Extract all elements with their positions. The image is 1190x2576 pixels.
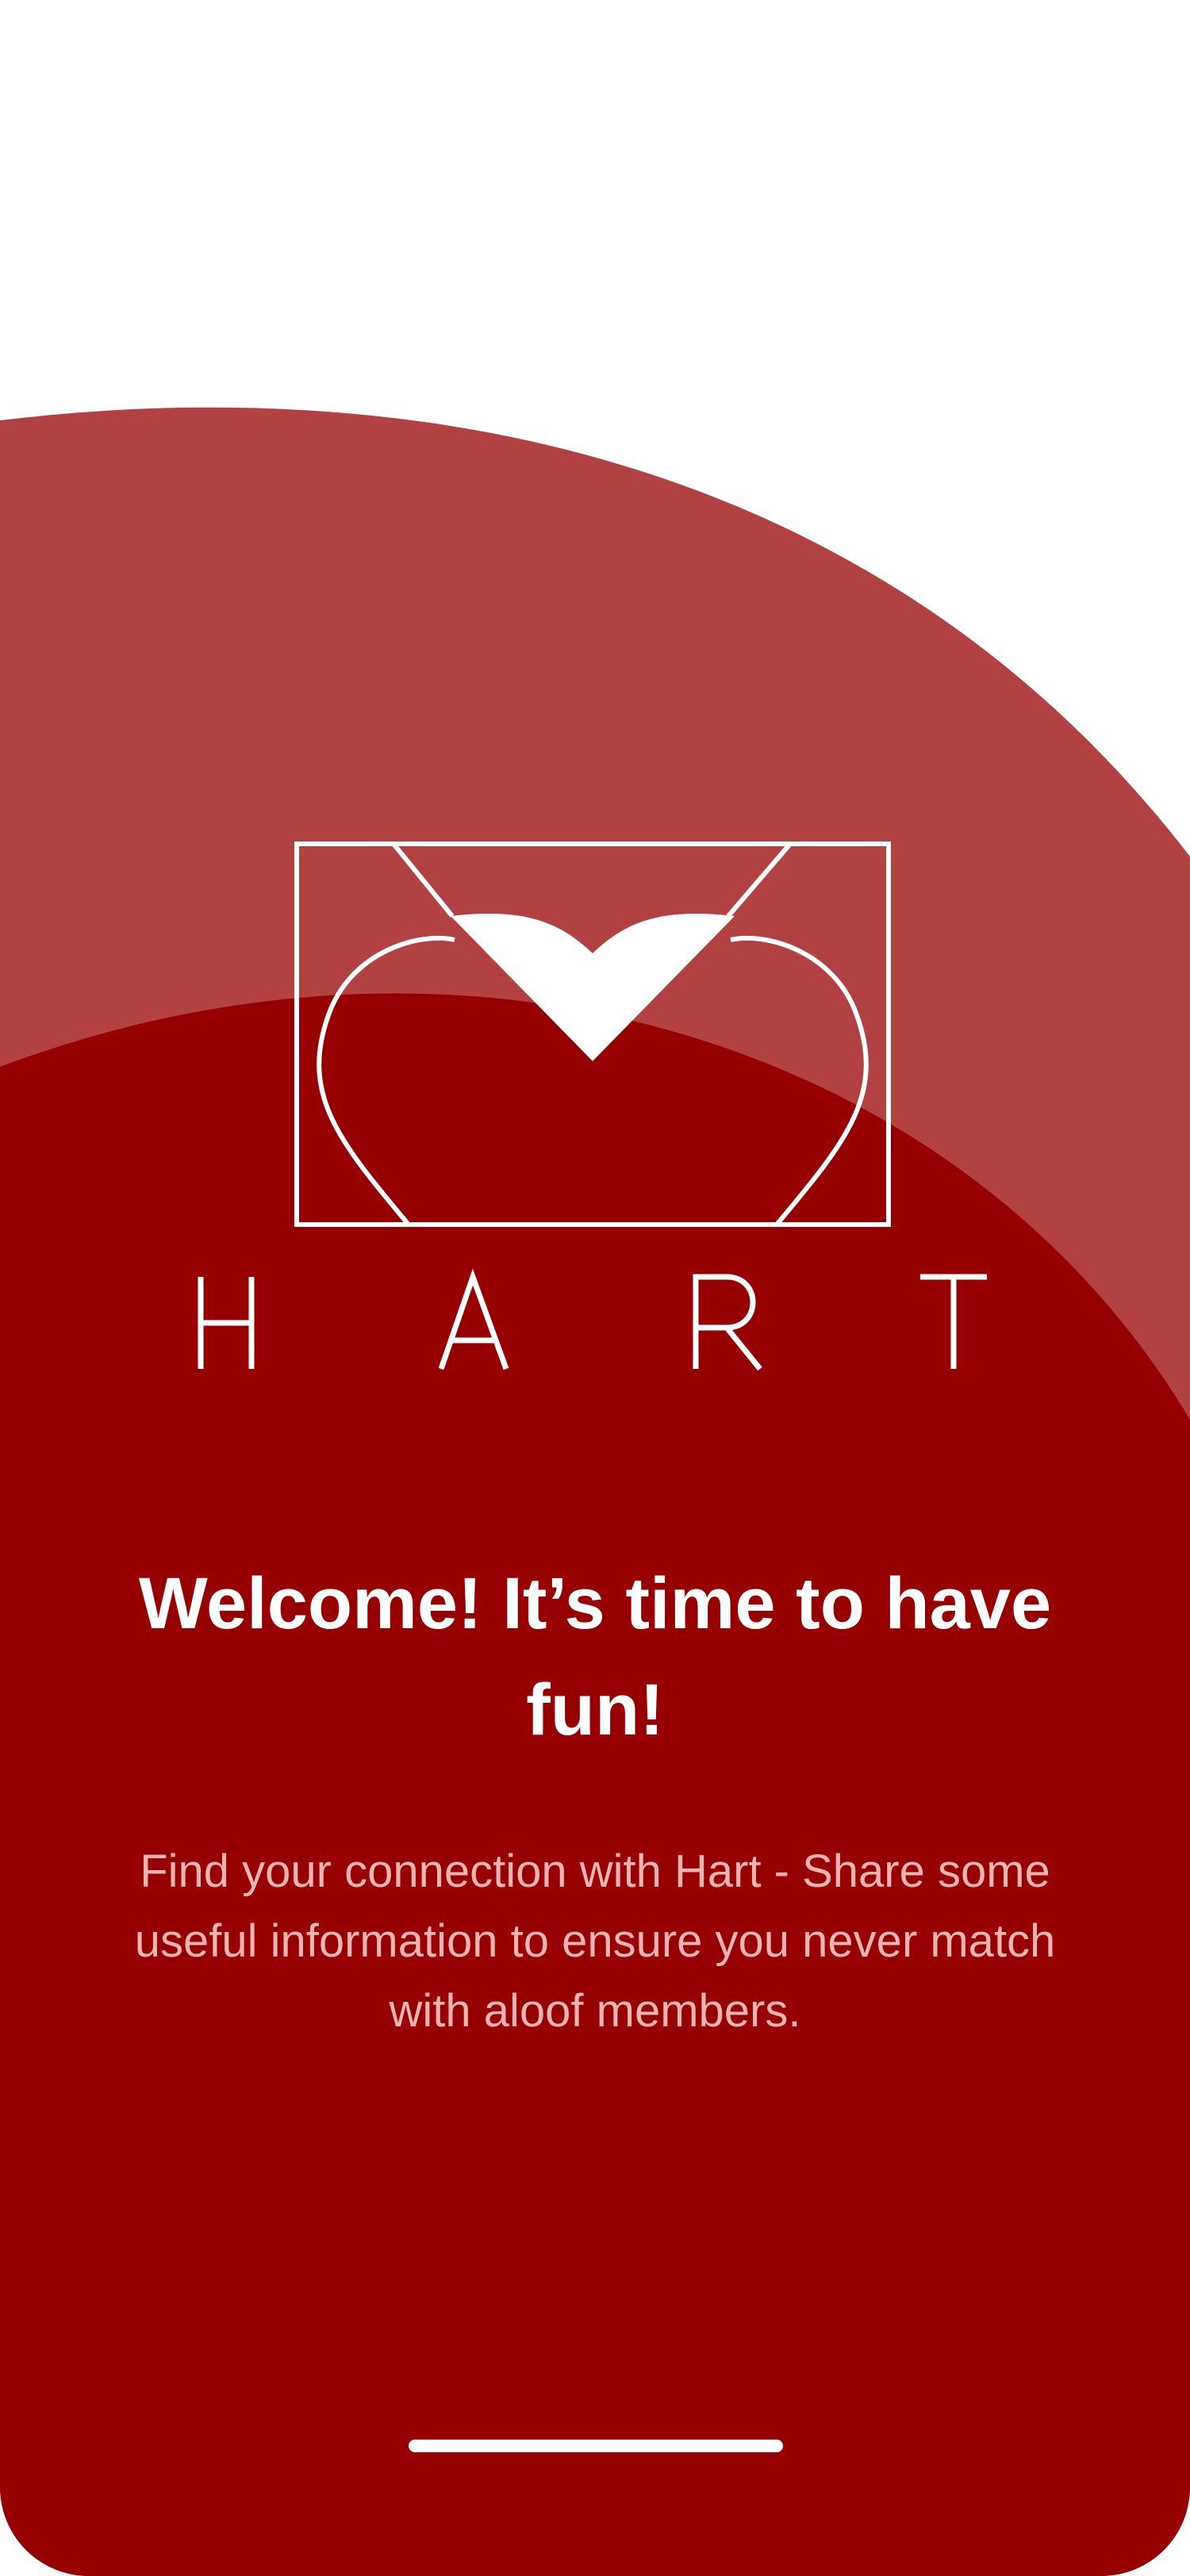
- welcome-headline: Welcome! It’s time to have fun!: [138, 1563, 1052, 1750]
- brand-wordmark: [198, 1268, 987, 1371]
- heart-envelope-flap: [451, 914, 735, 1061]
- home-indicator[interactable]: [409, 2440, 783, 2452]
- welcome-description: Find your connection with Hart - Share s…: [134, 1846, 1056, 2037]
- onboarding-screen: Welcome! It’s time to have fun! Find you…: [0, 0, 1190, 2576]
- hart-logo: [198, 841, 987, 1371]
